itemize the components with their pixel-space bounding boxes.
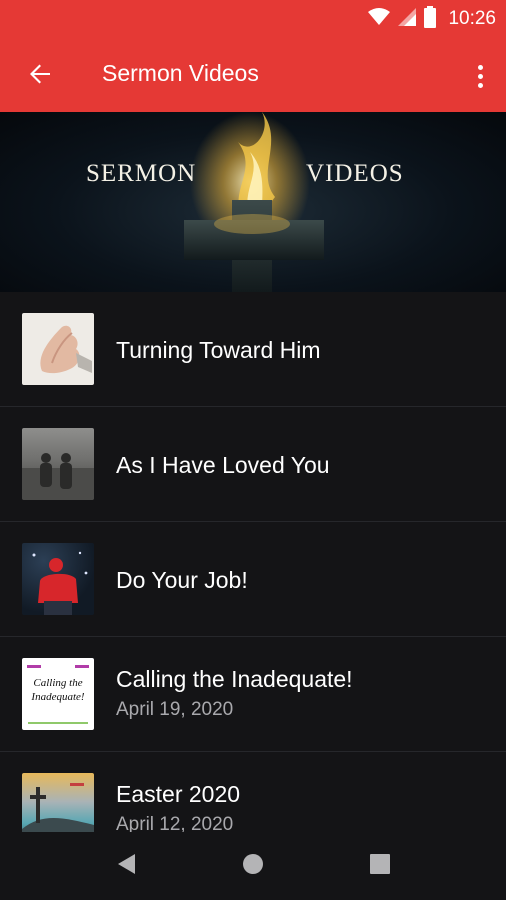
sermon-list-item[interactable]: Calling the Inadequate! Calling the Inad… bbox=[0, 637, 506, 752]
system-nav-bar bbox=[0, 832, 506, 900]
signal-icon bbox=[398, 7, 417, 31]
app-bar: Sermon Videos bbox=[0, 38, 506, 112]
more-vert-icon-dot bbox=[477, 64, 483, 70]
cross-flame-art bbox=[184, 112, 324, 292]
sermon-thumbnail bbox=[22, 428, 94, 500]
sermon-date: April 12, 2020 bbox=[116, 814, 234, 832]
sermon-videos-banner: SERMON VIDEOS bbox=[0, 112, 506, 292]
banner-title-left: SERMON bbox=[86, 160, 197, 187]
sermon-list-item[interactable]: Do Your Job! bbox=[0, 522, 506, 637]
sermon-list-item[interactable]: Easter 2020 April 12, 2020 bbox=[0, 752, 506, 832]
banner-title-right: VIDEOS bbox=[306, 160, 404, 187]
status-bar: 10:26 bbox=[0, 0, 506, 38]
nav-recents-button[interactable] bbox=[364, 850, 396, 882]
sermon-thumbnail bbox=[22, 543, 94, 615]
sermon-list-item[interactable]: Turning Toward Him bbox=[0, 292, 506, 407]
sermon-title: Calling the Inadequate! bbox=[116, 666, 353, 692]
more-vert-icon-dot bbox=[477, 82, 483, 88]
thumbnail-handwritten-text: Calling the Inadequate! bbox=[31, 677, 85, 703]
home-circle-icon bbox=[241, 852, 265, 881]
recents-square-icon bbox=[369, 853, 391, 880]
sermon-list-item[interactable]: As I Have Loved You bbox=[0, 407, 506, 522]
sermon-title: Do Your Job! bbox=[116, 567, 248, 593]
nav-back-button[interactable] bbox=[110, 850, 142, 882]
back-button[interactable] bbox=[20, 56, 60, 96]
sermon-thumbnail bbox=[22, 773, 94, 832]
nav-home-button[interactable] bbox=[237, 850, 269, 882]
sermon-title: As I Have Loved You bbox=[116, 452, 330, 478]
page-title: Sermon Videos bbox=[102, 60, 259, 86]
arrow-left-icon bbox=[28, 62, 52, 91]
sermon-date: April 19, 2020 bbox=[116, 699, 234, 720]
status-icons: 10:26 bbox=[368, 5, 496, 33]
sermon-thumbnail: Calling the Inadequate! bbox=[22, 658, 94, 730]
back-triangle-icon bbox=[115, 852, 137, 881]
sermon-thumbnail bbox=[22, 313, 94, 385]
more-vert-icon-dot bbox=[477, 73, 483, 79]
battery-icon bbox=[424, 5, 437, 33]
wifi-icon bbox=[368, 7, 391, 31]
sermon-title: Turning Toward Him bbox=[116, 337, 321, 363]
sermon-list[interactable]: Turning Toward Him As I Have Loved You D… bbox=[0, 292, 506, 832]
sermon-title: Easter 2020 bbox=[116, 781, 241, 807]
more-options-button[interactable] bbox=[468, 56, 492, 96]
status-time: 10:26 bbox=[448, 8, 496, 29]
